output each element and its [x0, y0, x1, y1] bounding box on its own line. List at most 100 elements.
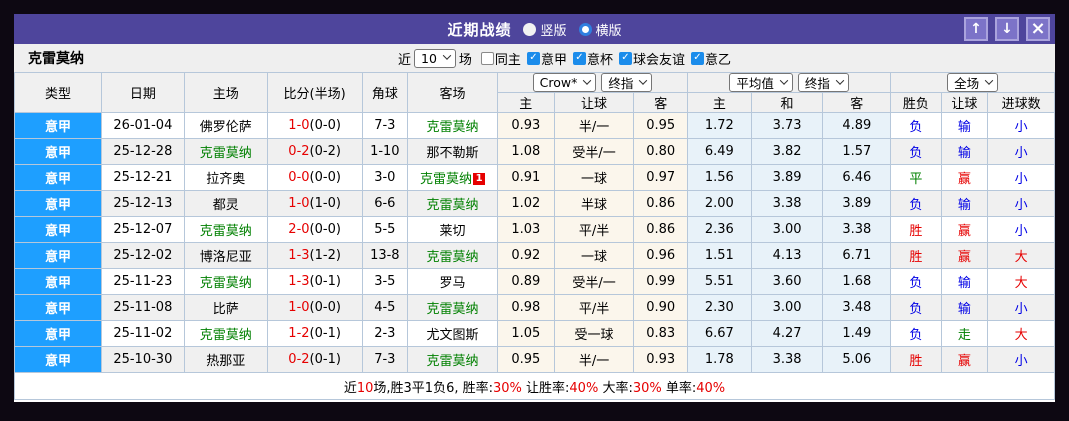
average-stage-select[interactable]: 终指	[798, 73, 849, 92]
radio-vertical-layout[interactable]: 竖版	[523, 20, 566, 39]
cell-score: 0-2(0-1)	[267, 347, 362, 373]
bookmaker-select[interactable]: Crow*	[533, 73, 597, 92]
panel-title: 近期战绩	[447, 19, 511, 40]
cell-score: 0-2(0-2)	[267, 139, 362, 165]
radio-horizontal-layout[interactable]: 横版	[579, 20, 622, 39]
scope-select[interactable]: 全场	[947, 73, 998, 92]
cell-league-type[interactable]: 意甲	[15, 243, 102, 269]
stat-segment: 大率:	[598, 381, 633, 396]
subheader-result-wdl: 胜负	[891, 93, 942, 113]
chevron-down-icon	[639, 76, 647, 84]
cell-handicap-line: 平/半	[554, 217, 634, 243]
cell-date: 25-12-02	[101, 243, 184, 269]
col-header-home: 主场	[184, 73, 267, 113]
match-row: 意甲25-11-08比萨1-0(0-0)4-5克雷莫纳0.98平/半0.902.…	[15, 295, 1055, 321]
cell-corner: 3-5	[362, 269, 407, 295]
stats-summary: 近10场,胜3平1负6, 胜率:30% 让胜率:40% 大率:30% 单率:40…	[14, 373, 1055, 400]
halftime-score: (0-2)	[310, 144, 341, 159]
col-header-corner: 角球	[362, 73, 407, 113]
cell-handicap-away-odds: 0.95	[634, 113, 688, 139]
average-select[interactable]: 平均值	[729, 73, 793, 92]
cell-league-type[interactable]: 意甲	[15, 165, 102, 191]
stat-segment: 场,胜3平1负6, 胜率:	[373, 381, 493, 396]
checkbox-icon[interactable]: ✓	[691, 52, 704, 65]
cell-result-goals: 小	[988, 217, 1055, 243]
cell-result-wdl: 负	[891, 139, 942, 165]
cell-avg-draw: 3.73	[751, 113, 823, 139]
halftime-score: (0-1)	[310, 274, 341, 289]
cell-league-type[interactable]: 意甲	[15, 269, 102, 295]
cell-result-wdl: 胜	[891, 217, 942, 243]
cell-result-goals: 大	[988, 321, 1055, 347]
cell-score: 1-0(1-0)	[267, 191, 362, 217]
fulltime-score: 1-2	[288, 326, 309, 341]
cell-result-wdl: 负	[891, 269, 942, 295]
cell-result-handicap: 输	[941, 113, 987, 139]
subheader-avg-away: 客	[823, 93, 891, 113]
filter-bar: 克雷莫纳 近 10 场 同主✓意甲✓意杯✓球会友谊✓意乙	[14, 44, 1055, 72]
handicap-stage-select[interactable]: 终指	[601, 73, 652, 92]
cell-result-handicap: 赢	[941, 165, 987, 191]
red-card-badge: 1	[473, 173, 485, 185]
cell-home-team: 克雷莫纳	[184, 269, 267, 295]
cell-away-team: 克雷莫纳	[408, 113, 498, 139]
cell-avg-home: 5.51	[688, 269, 752, 295]
cell-result-handicap: 输	[941, 139, 987, 165]
checkbox-icon[interactable]: ✓	[527, 52, 540, 65]
cell-handicap-line: 平/半	[554, 295, 634, 321]
average-odds-group-header: 平均值 终指	[688, 73, 891, 93]
fulltime-score: 1-3	[288, 248, 309, 263]
cell-handicap-line: 一球	[554, 165, 634, 191]
cell-league-type[interactable]: 意甲	[15, 113, 102, 139]
chevron-down-icon	[583, 76, 591, 84]
cell-away-team: 那不勒斯	[408, 139, 498, 165]
cell-handicap-home-odds: 1.03	[498, 217, 555, 243]
cell-away-team: 克雷莫纳	[408, 347, 498, 373]
cell-avg-draw: 4.27	[751, 321, 823, 347]
cell-avg-draw: 3.89	[751, 165, 823, 191]
cell-league-type[interactable]: 意甲	[15, 347, 102, 373]
cell-avg-away: 3.89	[823, 191, 891, 217]
move-up-button[interactable]: ↑	[964, 17, 988, 41]
radio-vertical-icon[interactable]	[523, 23, 536, 36]
chevron-down-icon	[780, 76, 788, 84]
subheader-avg-home: 主	[688, 93, 752, 113]
bookmaker-select-value: Crow*	[540, 75, 578, 90]
fulltime-score: 1-3	[288, 274, 309, 289]
move-down-button[interactable]: ↓	[995, 17, 1019, 41]
subheader-handicap-line: 让球	[554, 93, 634, 113]
halftime-score: (0-0)	[310, 300, 341, 315]
cell-home-team: 克雷莫纳	[184, 321, 267, 347]
cell-corner: 3-0	[362, 165, 407, 191]
cell-league-type[interactable]: 意甲	[15, 191, 102, 217]
cell-league-type[interactable]: 意甲	[15, 217, 102, 243]
radio-horizontal-icon[interactable]	[579, 23, 592, 36]
halftime-score: (1-0)	[310, 196, 341, 211]
cell-score: 2-0(0-0)	[267, 217, 362, 243]
cell-league-type[interactable]: 意甲	[15, 295, 102, 321]
cell-result-goals: 大	[988, 243, 1055, 269]
cell-corner: 7-3	[362, 113, 407, 139]
cell-result-handicap: 赢	[941, 243, 987, 269]
cell-handicap-line: 半球	[554, 191, 634, 217]
checkbox-icon[interactable]	[481, 52, 494, 65]
away-team-name: 克雷莫纳	[427, 302, 479, 317]
cell-avg-home: 1.56	[688, 165, 752, 191]
cell-result-goals: 小	[988, 295, 1055, 321]
checkbox-icon[interactable]: ✓	[573, 52, 586, 65]
cell-handicap-away-odds: 0.97	[634, 165, 688, 191]
league-filter-2: ✓意杯	[567, 49, 613, 68]
close-button[interactable]: ×	[1026, 17, 1050, 41]
match-row: 意甲25-12-02博洛尼亚1-3(1-2)13-8克雷莫纳0.92一球0.96…	[15, 243, 1055, 269]
cell-result-handicap: 输	[941, 295, 987, 321]
cell-away-team: 莱切	[408, 217, 498, 243]
match-count-select[interactable]: 10	[414, 49, 456, 68]
cell-league-type[interactable]: 意甲	[15, 321, 102, 347]
stat-segment: 单率:	[662, 381, 697, 396]
away-team-name: 克雷莫纳	[427, 250, 479, 265]
up-arrow-icon: ↑	[970, 22, 982, 36]
cell-handicap-line: 受一球	[554, 321, 634, 347]
cell-league-type[interactable]: 意甲	[15, 139, 102, 165]
checkbox-icon[interactable]: ✓	[619, 52, 632, 65]
cell-result-goals: 小	[988, 113, 1055, 139]
